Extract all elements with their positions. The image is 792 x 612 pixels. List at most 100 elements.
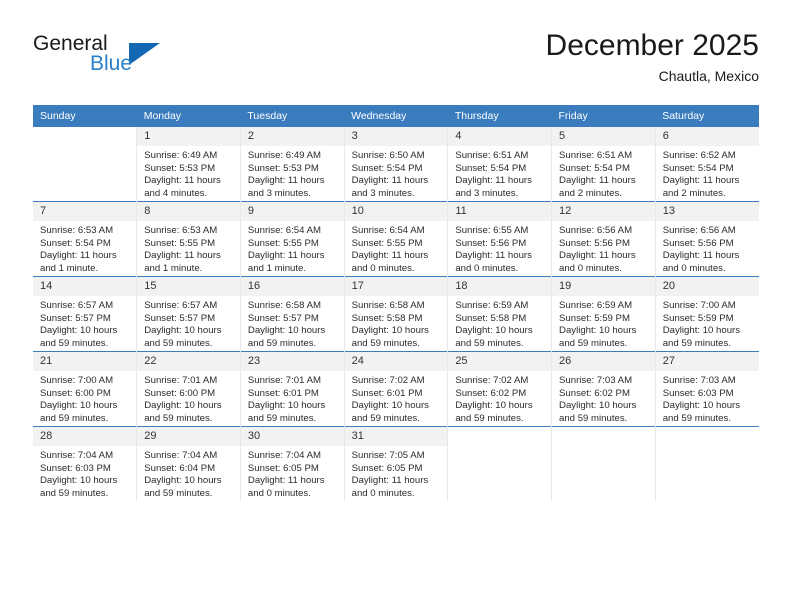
brand-flag-icon (129, 43, 160, 65)
calendar-day-cell[interactable]: 16 Sunrise: 6:58 AM Sunset: 5:57 PM Dayligh… (239, 276, 345, 352)
calendar-day-cell[interactable]: 12 Sunrise: 6:56 AM Sunset: 5:56 PM Dayligh… (551, 201, 656, 277)
day-number: 10 (344, 202, 448, 221)
weekday-header-sunday: Sunday (33, 105, 137, 127)
daylight-text-line2: and 59 minutes. (662, 337, 731, 349)
sunset-text: Sunset: 5:59 PM (559, 312, 630, 324)
daylight-text-line1: Daylight: 10 hours (559, 400, 637, 412)
calendar-day-cell[interactable]: 21 Sunrise: 7:00 AM Sunset: 6:00 PM Dayligh… (33, 351, 137, 427)
sunrise-text: Sunrise: 7:03 AM (559, 375, 633, 386)
daylight-text-line2: and 0 minutes. (662, 262, 726, 274)
weekday-header-wednesday: Wednesday (344, 105, 448, 127)
calendar-day-cell[interactable]: 25 Sunrise: 7:02 AM Sunset: 6:02 PM Dayligh… (447, 351, 552, 427)
sunset-text: Sunset: 6:02 PM (559, 387, 630, 399)
calendar-day-cell[interactable]: 1 Sunrise: 6:49 AM Sunset: 5:53 PM Daylight… (136, 127, 241, 202)
sunset-text: Sunset: 5:54 PM (351, 162, 423, 174)
calendar-day-cell[interactable]: 26 Sunrise: 7:03 AM Sunset: 6:02 PM Dayligh… (551, 351, 656, 427)
daylight-text-line1: Daylight: 10 hours (662, 400, 741, 412)
calendar-day-cell[interactable]: 5 Sunrise: 6:51 AM Sunset: 5:54 PM Daylight… (551, 127, 656, 202)
daylight-text-line2: and 3 minutes. (455, 187, 519, 199)
page-header: General Blue December 2025 Chautla, Mexi… (33, 28, 759, 100)
daylight-text-line1: Daylight: 10 hours (40, 325, 118, 337)
calendar-day-cell[interactable]: 6 Sunrise: 6:52 AM Sunset: 5:54 PM Daylight… (654, 127, 759, 202)
daylight-text-line1: Daylight: 10 hours (144, 475, 222, 487)
daylight-text-line1: Daylight: 11 hours (247, 175, 325, 187)
calendar-day-cell[interactable]: 2 Sunrise: 6:49 AM Sunset: 5:53 PM Daylight… (239, 127, 345, 202)
calendar-day-cell[interactable]: 20 Sunrise: 7:00 AM Sunset: 5:59 PM Dayligh… (654, 276, 759, 352)
calendar-day-cell[interactable]: 14 Sunrise: 6:57 AM Sunset: 5:57 PM Dayligh… (33, 276, 137, 352)
sunrise-text: Sunrise: 6:59 AM (455, 300, 529, 311)
sunset-text: Sunset: 5:54 PM (662, 162, 734, 174)
daylight-text-line1: Daylight: 10 hours (662, 325, 741, 337)
sunset-text: Sunset: 5:56 PM (662, 237, 734, 249)
sunset-text: Sunset: 6:02 PM (455, 387, 527, 399)
sunset-text: Sunset: 6:01 PM (247, 387, 319, 399)
calendar-day-cell[interactable]: 7 Sunrise: 6:53 AM Sunset: 5:54 PM Daylight… (33, 201, 137, 277)
daylight-text-line2: and 1 minute. (144, 262, 203, 274)
calendar-day-cell[interactable]: 24 Sunrise: 7:02 AM Sunset: 6:01 PM Dayligh… (343, 351, 448, 427)
daylight-text-line2: and 59 minutes. (559, 337, 628, 349)
calendar-day-cell[interactable]: 10 Sunrise: 6:54 AM Sunset: 5:55 PM Dayligh… (343, 201, 448, 277)
daylight-text-line2: and 59 minutes. (559, 412, 628, 424)
daylight-text-line2: and 0 minutes. (559, 262, 622, 274)
daylight-text-line1: Daylight: 11 hours (144, 250, 221, 262)
sunrise-text: Sunrise: 7:05 AM (351, 450, 425, 461)
day-number: 5 (552, 127, 655, 146)
sunrise-text: Sunrise: 6:56 AM (559, 225, 633, 236)
calendar-day-cell[interactable]: 15 Sunrise: 6:57 AM Sunset: 5:57 PM Dayligh… (136, 276, 241, 352)
daylight-text-line1: Daylight: 10 hours (247, 325, 326, 337)
day-details: Sunrise: 6:56 AM Sunset: 5:56 PM Daylight:… (656, 221, 759, 275)
sunrise-text: Sunrise: 7:01 AM (144, 375, 218, 386)
calendar-day-cell[interactable]: 23 Sunrise: 7:01 AM Sunset: 6:01 PM Dayligh… (239, 351, 345, 427)
calendar-day-cell[interactable]: 11 Sunrise: 6:55 AM Sunset: 5:56 PM Dayligh… (447, 201, 552, 277)
day-details: Sunrise: 6:57 AM Sunset: 5:57 PM Daylight:… (137, 296, 240, 350)
day-details: Sunrise: 7:00 AM Sunset: 6:00 PM Daylight:… (33, 371, 136, 425)
daylight-text-line1: Daylight: 11 hours (351, 475, 429, 487)
daylight-text-line1: Daylight: 10 hours (144, 325, 222, 337)
calendar-day-cell[interactable]: 4 Sunrise: 6:51 AM Sunset: 5:54 PM Daylight… (447, 127, 552, 202)
daylight-text-line1: Daylight: 11 hours (455, 175, 532, 187)
sunset-text: Sunset: 6:04 PM (144, 462, 216, 474)
calendar-day-cell[interactable]: 8 Sunrise: 6:53 AM Sunset: 5:55 PM Daylight… (136, 201, 241, 277)
daylight-text-line1: Daylight: 10 hours (559, 325, 637, 337)
calendar-day-cell[interactable]: 19 Sunrise: 6:59 AM Sunset: 5:59 PM Dayligh… (551, 276, 656, 352)
day-details: Sunrise: 6:49 AM Sunset: 5:53 PM Daylight:… (137, 146, 240, 200)
daylight-text-line1: Daylight: 10 hours (351, 400, 429, 412)
sunrise-text: Sunrise: 7:04 AM (40, 450, 114, 461)
sunrise-text: Sunrise: 6:58 AM (247, 300, 321, 311)
calendar-day-cell[interactable]: 31 Sunrise: 7:05 AM Sunset: 6:05 PM Dayligh… (343, 426, 448, 501)
sunrise-text: Sunrise: 6:50 AM (351, 150, 425, 161)
day-number: 22 (137, 352, 240, 371)
day-details: Sunrise: 7:04 AM Sunset: 6:04 PM Daylight:… (137, 446, 240, 500)
day-details: Sunrise: 7:02 AM Sunset: 6:01 PM Daylight:… (345, 371, 448, 425)
calendar-day-cell[interactable]: 17 Sunrise: 6:58 AM Sunset: 5:58 PM Dayligh… (343, 276, 448, 352)
brand-logo[interactable]: General Blue (33, 32, 263, 92)
calendar-day-cell[interactable]: 22 Sunrise: 7:01 AM Sunset: 6:00 PM Dayligh… (136, 351, 241, 427)
day-details: Sunrise: 7:03 AM Sunset: 6:03 PM Daylight:… (656, 371, 759, 425)
calendar-day-cell[interactable]: 27 Sunrise: 7:03 AM Sunset: 6:03 PM Dayligh… (654, 351, 759, 427)
calendar-day-cell[interactable]: 30 Sunrise: 7:04 AM Sunset: 6:05 PM Dayligh… (239, 426, 345, 501)
calendar-day-cell[interactable]: 13 Sunrise: 6:56 AM Sunset: 5:56 PM Dayligh… (654, 201, 759, 277)
day-details: Sunrise: 6:51 AM Sunset: 5:54 PM Daylight:… (552, 146, 655, 200)
sunset-text: Sunset: 5:57 PM (247, 312, 319, 324)
calendar-day-cell[interactable]: 18 Sunrise: 6:59 AM Sunset: 5:58 PM Dayligh… (447, 276, 552, 352)
sunset-text: Sunset: 6:05 PM (247, 462, 319, 474)
daylight-text-line2: and 0 minutes. (455, 262, 519, 274)
daylight-text-line2: and 59 minutes. (144, 412, 213, 424)
calendar-day-cell[interactable]: 3 Sunrise: 6:50 AM Sunset: 5:54 PM Daylight… (343, 127, 448, 202)
sunset-text: Sunset: 5:53 PM (144, 162, 216, 174)
calendar-day-cell[interactable]: 28 Sunrise: 7:04 AM Sunset: 6:03 PM Dayligh… (33, 426, 137, 501)
daylight-text-line2: and 59 minutes. (40, 487, 109, 499)
calendar-day-cell[interactable]: 29 Sunrise: 7:04 AM Sunset: 6:04 PM Dayligh… (136, 426, 241, 501)
daylight-text-line1: Daylight: 11 hours (40, 250, 117, 262)
calendar-week-row: 7 Sunrise: 6:53 AM Sunset: 5:54 PM Daylight… (33, 201, 759, 277)
sunset-text: Sunset: 5:55 PM (351, 237, 423, 249)
brand-name-secondary: Blue (90, 52, 133, 75)
daylight-text-line1: Daylight: 10 hours (455, 400, 533, 412)
sunrise-text: Sunrise: 6:51 AM (455, 150, 529, 161)
sunrise-text: Sunrise: 6:53 AM (144, 225, 218, 236)
daylight-text-line2: and 3 minutes. (351, 187, 415, 199)
page-title: December 2025 (545, 29, 759, 62)
calendar-day-cell[interactable]: 9 Sunrise: 6:54 AM Sunset: 5:55 PM Daylight… (239, 201, 345, 277)
daylight-text-line2: and 3 minutes. (247, 187, 311, 199)
sunrise-text: Sunrise: 7:00 AM (40, 375, 114, 386)
